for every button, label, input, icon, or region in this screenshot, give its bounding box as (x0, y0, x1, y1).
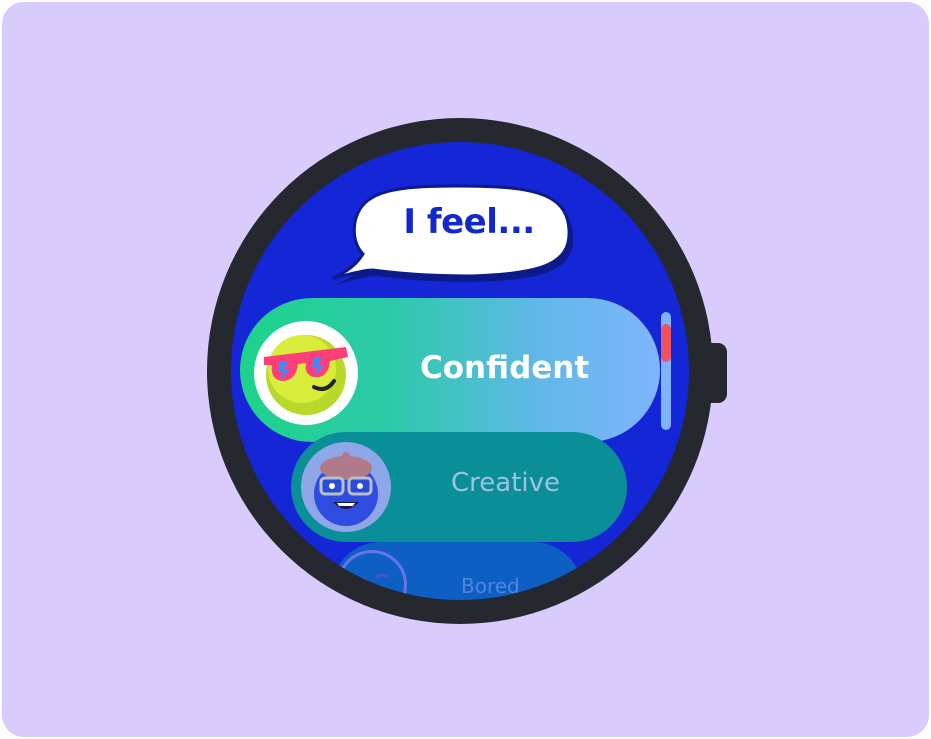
mood-label-bored: Bored (461, 574, 520, 598)
artist-beret-glasses-emoji-icon (314, 452, 378, 526)
scrollbar-track[interactable] (661, 312, 671, 430)
scrollbar-thumb[interactable] (661, 324, 671, 362)
watch-screen: I feel... Confident Creative Bored (231, 142, 689, 600)
avatar (254, 321, 358, 425)
cool-sunglasses-emoji-icon (264, 335, 348, 415)
mood-row-confident[interactable]: Confident (240, 298, 660, 442)
mood-row-creative[interactable]: Creative (291, 432, 627, 542)
mood-row-bored[interactable]: Bored (331, 542, 583, 600)
avatar (337, 550, 407, 600)
bored-emoji-icon (353, 573, 389, 583)
prompt-text: I feel... (403, 202, 535, 242)
mood-label-confident: Confident (420, 350, 590, 386)
mood-label-creative: Creative (451, 468, 561, 498)
avatar (301, 442, 391, 532)
